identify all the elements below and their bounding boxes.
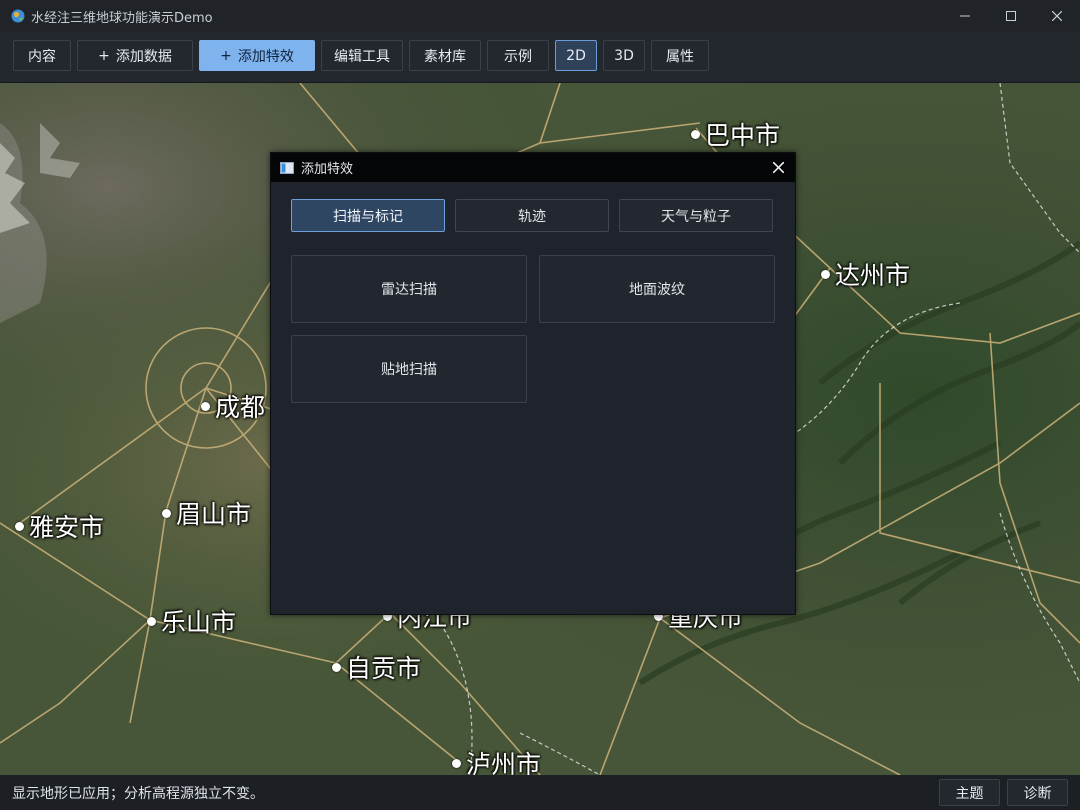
map-label-luzhou: 泸州市 [452,745,541,775]
effect-label: 雷达扫描 [381,282,437,298]
diagnose-label: 诊断 [1023,785,1052,802]
title-bar: 水经注三维地球功能演示Demo [0,0,1080,32]
map-label-bazhong: 巴中市 [691,116,780,152]
properties-label: 属性 [666,48,694,65]
city-name: 眉山市 [176,500,252,529]
effect-label: 地面波纹 [629,282,685,298]
effect-radar-scan[interactable]: 雷达扫描 [291,255,527,323]
map-label-yaan: 雅安市 [15,508,104,544]
dialog-header[interactable]: 添加特效 [271,153,795,182]
diagnose-button[interactable]: 诊断 [1007,779,1068,806]
city-marker-icon [821,269,830,279]
effect-label: 贴地扫描 [381,362,437,378]
city-marker-icon [162,508,171,518]
view-3d-label: 3D [614,47,634,64]
examples-label: 示例 [504,48,532,65]
city-marker-icon [147,616,156,626]
add-data-label: 添加数据 [115,48,172,65]
maximize-icon [1006,11,1016,21]
city-name: 乐山市 [161,608,237,637]
view-3d-button[interactable]: 3D [603,40,645,71]
effect-ground-scan[interactable]: 贴地扫描 [291,335,527,403]
maximize-button[interactable] [988,0,1034,32]
city-name: 巴中市 [705,121,781,150]
dialog-close-button[interactable] [769,158,787,176]
content-button[interactable]: 内容 [13,40,71,71]
city-name: 泸州市 [466,750,542,775]
map-label-chengdu: 成都 [201,388,265,424]
tab-label: 扫描与标记 [333,208,403,225]
minimize-button[interactable] [942,0,988,32]
map-label-meishan: 眉山市 [162,495,251,531]
main-toolbar: 内容 + 添加数据 + 添加特效 编辑工具 素材库 示例 2D 3D 属性 [0,32,1080,83]
tab-scan-and-mark[interactable]: 扫描与标记 [291,199,445,232]
window-title: 水经注三维地球功能演示Demo [31,10,213,26]
city-name: 达州市 [835,261,911,290]
tab-label: 天气与粒子 [661,208,731,225]
close-icon [772,161,784,173]
tab-trajectory[interactable]: 轨迹 [455,199,609,232]
tab-label: 轨迹 [518,208,546,225]
materials-button[interactable]: 素材库 [409,40,481,71]
city-marker-icon [201,401,210,411]
tab-weather-particles[interactable]: 天气与粒子 [619,199,773,232]
effect-ground-ripple[interactable]: 地面波纹 [539,255,775,323]
add-effect-button[interactable]: + 添加特效 [199,40,315,71]
edit-tools-label: 编辑工具 [334,48,390,65]
status-bar: 显示地形已应用；分析高程源独立不变。 主题 诊断 [0,775,1080,810]
minimize-icon [960,15,970,17]
city-marker-icon [15,521,24,531]
edit-tools-button[interactable]: 编辑工具 [321,40,403,71]
dialog-title: 添加特效 [301,162,354,177]
city-marker-icon [452,758,461,768]
theme-label: 主题 [955,785,984,802]
add-effect-dialog: 添加特效 扫描与标记 轨迹 天气与粒子 雷达扫描 地面波纹 贴地扫描 [270,152,796,615]
plus-icon: + [220,47,232,64]
status-message: 显示地形已应用；分析高程源独立不变。 [12,785,264,802]
properties-button[interactable]: 属性 [651,40,709,71]
examples-button[interactable]: 示例 [487,40,549,71]
map-label-zigong: 自贡市 [332,649,421,685]
city-name: 成都 [215,393,266,422]
view-2d-button[interactable]: 2D [555,40,597,71]
close-icon [1052,11,1062,21]
city-marker-icon [332,662,341,672]
city-name: 自贡市 [346,654,422,683]
close-window-button[interactable] [1034,0,1080,32]
view-2d-label: 2D [566,47,586,64]
materials-label: 素材库 [424,48,466,65]
plus-icon: + [98,47,110,64]
city-marker-icon [691,129,700,139]
map-label-leshan: 乐山市 [147,603,236,639]
add-effect-label: 添加特效 [237,48,294,65]
add-data-button[interactable]: + 添加数据 [77,40,193,71]
app-globe-icon [11,9,25,23]
city-name: 雅安市 [29,513,105,542]
map-label-dazhou: 达州市 [821,256,910,292]
content-button-label: 内容 [28,48,56,65]
window-icon [280,161,294,174]
theme-button[interactable]: 主题 [939,779,1000,806]
